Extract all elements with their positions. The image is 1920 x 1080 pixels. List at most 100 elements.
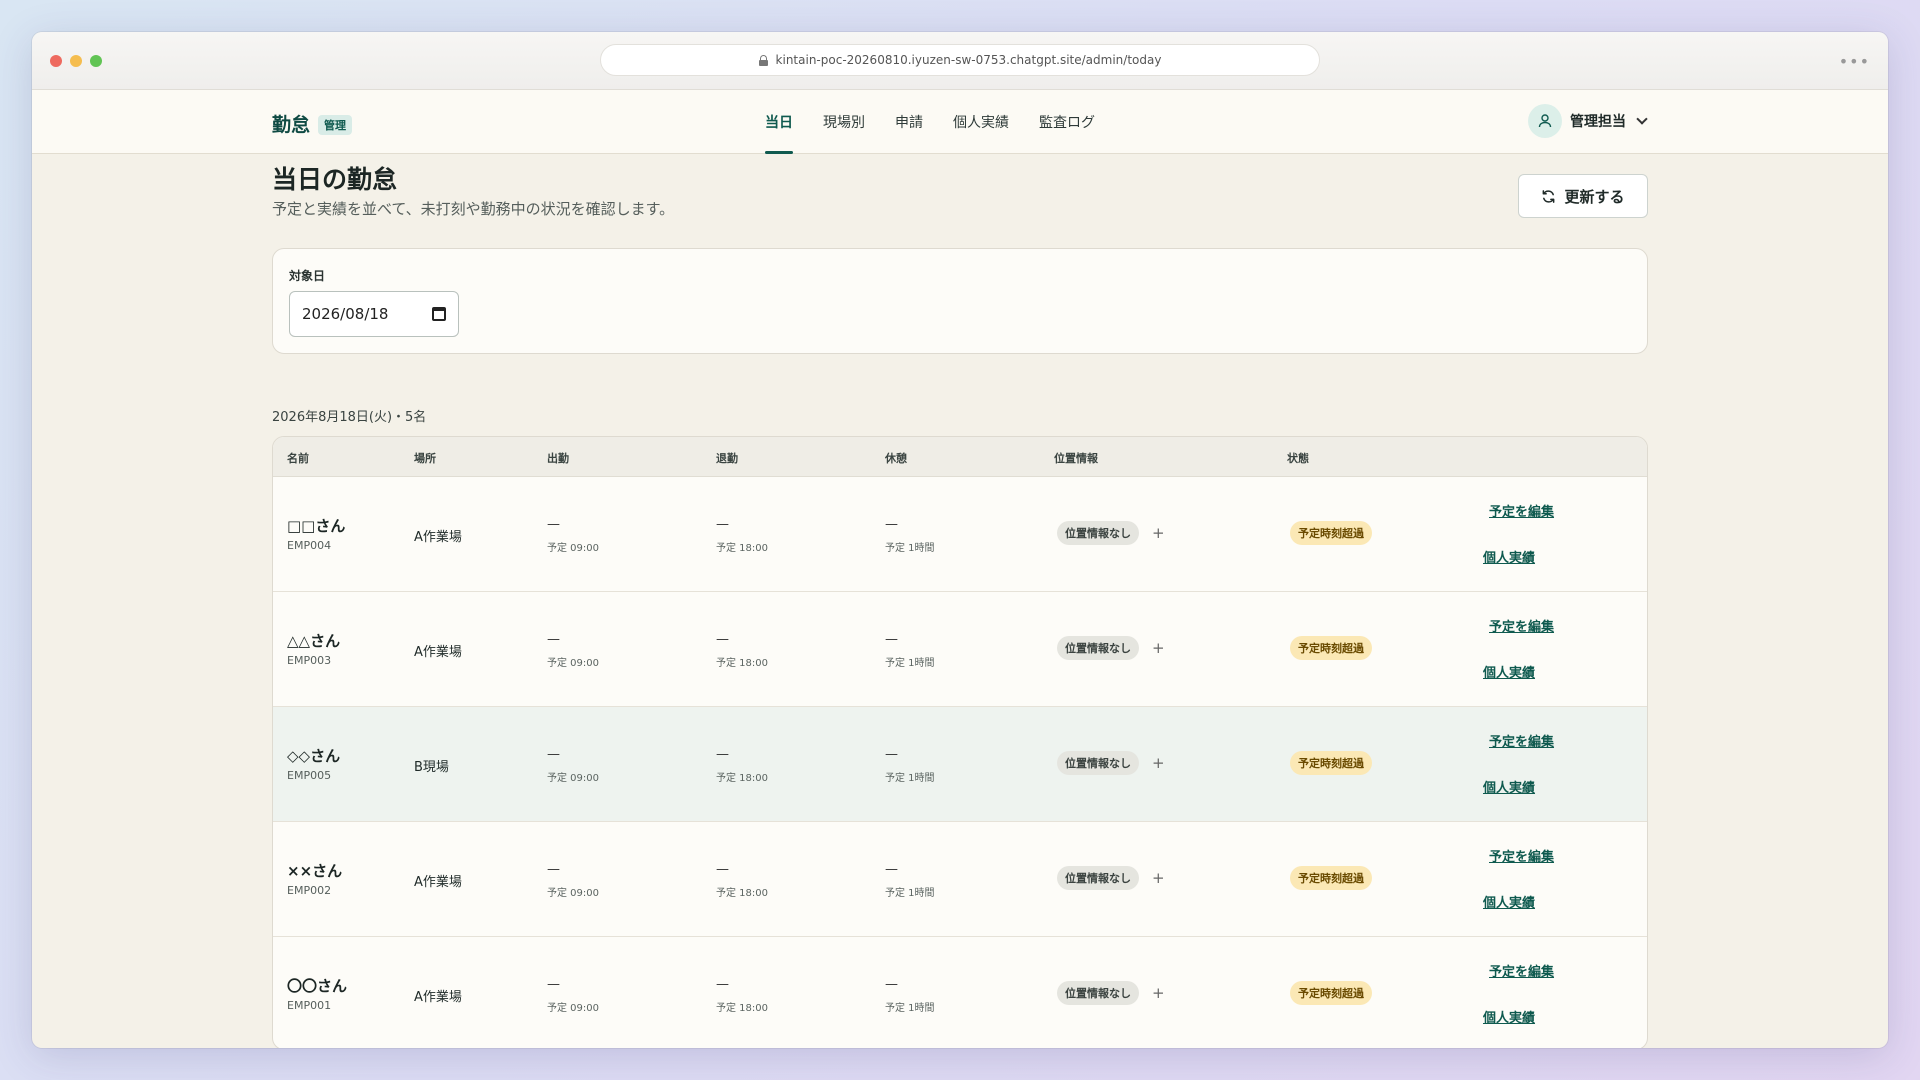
status-badge: 予定時刻超過 <box>1290 866 1372 890</box>
table-row: △△さん EMP003 A作業場 — 予定 09:00 — 予定 18:00 —… <box>273 592 1647 707</box>
date-input[interactable]: 2026/08/18 <box>289 291 459 337</box>
header-location: 位置情報 <box>1054 452 1098 465</box>
edit-schedule-link[interactable]: 予定を編集 <box>1489 961 1554 980</box>
brand[interactable]: 勤怠 管理 <box>272 110 353 137</box>
employee-name: □□さん <box>287 517 346 535</box>
personal-record-link[interactable]: 個人実績 <box>1483 662 1535 681</box>
work-site: A作業場 <box>414 645 462 660</box>
location-badge: 位置情報なし <box>1057 981 1139 1005</box>
table-header: 名前 場所 出勤 退勤 休憩 位置情報 状態 <box>273 437 1647 477</box>
minimize-window-button[interactable] <box>70 55 82 67</box>
personal-record-link[interactable]: 個人実績 <box>1483 1007 1535 1026</box>
employee-code: EMP005 <box>287 769 332 782</box>
plus-icon[interactable]: + <box>1152 866 1165 890</box>
location-badge: 位置情報なし <box>1057 866 1139 890</box>
status-badge: 予定時刻超過 <box>1290 521 1372 545</box>
clock-in-plan: 予定 09:00 <box>547 543 599 554</box>
edit-schedule-link[interactable]: 予定を編集 <box>1489 501 1554 520</box>
plus-icon[interactable]: + <box>1152 636 1165 660</box>
break-value: — <box>885 862 898 877</box>
location-badge: 位置情報なし <box>1057 636 1139 660</box>
personal-record-link[interactable]: 個人実績 <box>1483 892 1535 911</box>
url-text: kintain-poc-20260810.iyuzen-sw-0753.chat… <box>775 53 1162 67</box>
clock-in-plan: 予定 09:00 <box>547 658 599 669</box>
tab-by-site[interactable]: 現場別 <box>823 90 865 154</box>
browser-window: kintain-poc-20260810.iyuzen-sw-0753.chat… <box>32 32 1888 1048</box>
edit-schedule-link[interactable]: 予定を編集 <box>1489 731 1554 750</box>
clock-in-plan: 予定 09:00 <box>547 888 599 899</box>
header-break: 休憩 <box>885 452 907 465</box>
browser-titlebar: kintain-poc-20260810.iyuzen-sw-0753.chat… <box>32 32 1888 90</box>
status-badge: 予定時刻超過 <box>1290 636 1372 660</box>
user-icon <box>1538 114 1552 128</box>
break-plan: 予定 1時間 <box>885 773 935 784</box>
work-site: A作業場 <box>414 530 462 545</box>
page-subtitle: 予定と実績を並べて、未打刻や勤務中の状況を確認します。 <box>272 200 675 218</box>
work-site: A作業場 <box>414 990 462 1005</box>
table-row: ◇◇さん EMP005 B現場 — 予定 09:00 — 予定 18:00 — … <box>273 707 1647 822</box>
date-label: 対象日 <box>289 269 326 283</box>
clock-in-value: — <box>547 862 560 877</box>
summary-text: 2026年8月18日(火)・5名 <box>272 410 427 425</box>
tab-audit-log[interactable]: 監査ログ <box>1039 90 1095 154</box>
employee-code: EMP001 <box>287 999 332 1012</box>
break-value: — <box>885 517 898 532</box>
clock-out-value: — <box>716 862 729 877</box>
employee-code: EMP003 <box>287 654 332 667</box>
clock-in-value: — <box>547 517 560 532</box>
header-status: 状態 <box>1287 452 1309 465</box>
tab-personal-records[interactable]: 個人実績 <box>953 90 1009 154</box>
refresh-button[interactable]: 更新する <box>1518 174 1648 218</box>
date-filter-card: 対象日 2026/08/18 <box>272 248 1648 354</box>
app-header: 勤怠 管理 当日 現場別 申請 個人実績 監査ログ 管理担当 <box>32 90 1888 154</box>
user-name: 管理担当 <box>1570 114 1626 130</box>
break-plan: 予定 1時間 <box>885 1003 935 1014</box>
break-value: — <box>885 977 898 992</box>
employee-code: EMP004 <box>287 539 332 552</box>
main-nav: 当日 現場別 申請 個人実績 監査ログ <box>765 90 1095 154</box>
edit-schedule-link[interactable]: 予定を編集 <box>1489 846 1554 865</box>
admin-badge: 管理 <box>318 115 353 135</box>
break-plan: 予定 1時間 <box>885 658 935 669</box>
clock-out-plan: 予定 18:00 <box>716 773 768 784</box>
work-site: B現場 <box>414 760 449 775</box>
header-clock-in: 出勤 <box>547 452 569 465</box>
clock-out-value: — <box>716 632 729 647</box>
break-value: — <box>885 747 898 762</box>
plus-icon[interactable]: + <box>1152 751 1165 775</box>
address-bar[interactable]: kintain-poc-20260810.iyuzen-sw-0753.chat… <box>600 44 1320 76</box>
attendance-table: 名前 場所 出勤 退勤 休憩 位置情報 状態 □□さん EMP004 A作業場 … <box>272 436 1648 1048</box>
plus-icon[interactable]: + <box>1152 521 1165 545</box>
lock-icon <box>758 54 768 66</box>
close-window-button[interactable] <box>50 55 62 67</box>
refresh-label: 更新する <box>1564 187 1625 206</box>
location-badge: 位置情報なし <box>1057 521 1139 545</box>
user-menu[interactable]: 管理担当 <box>1528 104 1648 138</box>
page-title: 当日の勤怠 <box>272 165 398 194</box>
tab-today[interactable]: 当日 <box>765 90 793 154</box>
break-plan: 予定 1時間 <box>885 543 935 554</box>
clock-out-value: — <box>716 977 729 992</box>
clock-out-plan: 予定 18:00 <box>716 1003 768 1014</box>
clock-out-value: — <box>716 747 729 762</box>
header-site: 場所 <box>414 452 436 465</box>
personal-record-link[interactable]: 個人実績 <box>1483 547 1535 566</box>
clock-in-value: — <box>547 977 560 992</box>
work-site: A作業場 <box>414 875 462 890</box>
more-options-icon[interactable]: ••• <box>1839 52 1870 71</box>
personal-record-link[interactable]: 個人実績 <box>1483 777 1535 796</box>
clock-in-value: — <box>547 747 560 762</box>
status-badge: 予定時刻超過 <box>1290 981 1372 1005</box>
break-plan: 予定 1時間 <box>885 888 935 899</box>
calendar-icon[interactable] <box>432 307 446 321</box>
clock-out-plan: 予定 18:00 <box>716 543 768 554</box>
table-row: □□さん EMP004 A作業場 — 予定 09:00 — 予定 18:00 —… <box>273 477 1647 592</box>
break-value: — <box>885 632 898 647</box>
tab-requests[interactable]: 申請 <box>895 90 923 154</box>
edit-schedule-link[interactable]: 予定を編集 <box>1489 616 1554 635</box>
plus-icon[interactable]: + <box>1152 981 1165 1005</box>
employee-name: △△さん <box>287 632 341 650</box>
maximize-window-button[interactable] <box>90 55 102 67</box>
clock-out-value: — <box>716 517 729 532</box>
employee-name: ××さん <box>287 862 343 880</box>
